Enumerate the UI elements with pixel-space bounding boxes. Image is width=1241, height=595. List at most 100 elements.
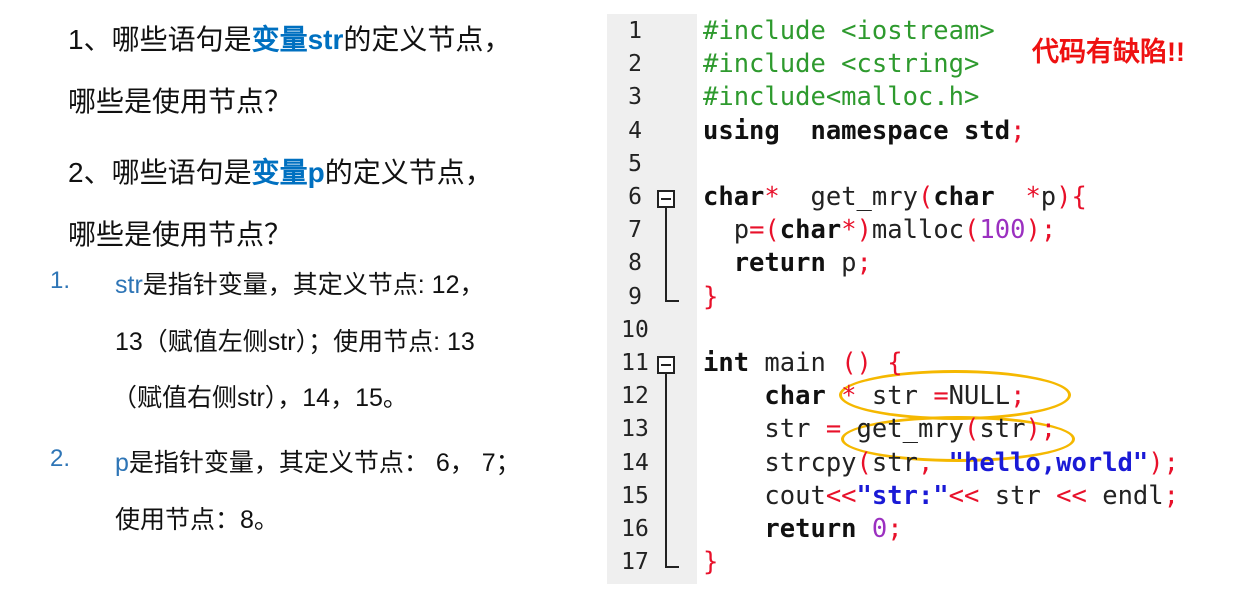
line-number: 2 xyxy=(628,51,642,78)
question-2-line2: 哪些是使用节点？ xyxy=(68,219,293,250)
code-token: str xyxy=(979,414,1026,445)
code-token: get_mry xyxy=(779,182,918,212)
fold-guide-line xyxy=(665,374,679,568)
code-token: ( xyxy=(917,182,934,212)
code-token: char xyxy=(933,182,995,212)
line-number: 14 xyxy=(621,449,649,476)
code-token: main xyxy=(749,348,842,378)
line-number: 15 xyxy=(621,482,649,509)
line-number: 7 xyxy=(628,217,642,244)
line-number: 12 xyxy=(621,383,649,410)
line-number: 8 xyxy=(628,250,642,277)
code-token: << xyxy=(825,480,857,511)
code-token: p xyxy=(703,215,750,246)
code-token: int xyxy=(703,348,750,378)
code-token: ( xyxy=(856,447,872,478)
code-token: = xyxy=(933,381,949,412)
q2-text-end: 的定义节点， xyxy=(324,157,493,188)
code-line: p=(char*)malloc(100); xyxy=(703,215,1056,245)
code-token: } xyxy=(703,547,719,578)
line-number: 6 xyxy=(628,184,642,210)
question-2: 2、哪些语句是变量p的定义节点， xyxy=(68,151,493,191)
line-number: 4 xyxy=(628,117,642,144)
code-token: * xyxy=(841,215,857,246)
answer-1-line2: 13（赋值左侧str）；使用节点: 13 xyxy=(115,328,475,356)
line-number: 10 xyxy=(621,316,649,343)
code-token: * xyxy=(825,381,872,412)
code-token: str xyxy=(979,480,1057,511)
answer-1-var: str xyxy=(115,271,143,299)
code-token: return xyxy=(703,248,826,279)
fold-collapse-icon[interactable] xyxy=(657,356,675,374)
code-token: ); xyxy=(1148,447,1179,478)
code-token: #include<malloc.h> xyxy=(703,82,980,113)
line-number: 17 xyxy=(621,549,649,576)
code-token: () { xyxy=(841,348,903,378)
line-number: 3 xyxy=(628,84,642,111)
q1-variable: 变量str xyxy=(251,24,344,55)
code-token: , xyxy=(917,447,949,478)
code-token: 100 xyxy=(979,215,1026,246)
code-token: #include <iostream> xyxy=(703,16,995,46)
line-number: 16 xyxy=(621,516,649,542)
code-token: namespace std xyxy=(779,115,1011,146)
code-token: strcpy xyxy=(703,447,857,478)
code-line: using namespace std; xyxy=(703,116,1025,146)
code-line: char * str =NULL; xyxy=(703,381,1025,411)
code-token: ( xyxy=(964,414,980,445)
code-token: ( xyxy=(964,215,980,246)
code-token: NULL xyxy=(948,381,1011,412)
defect-note: 代码有缺陷!! xyxy=(1032,37,1185,67)
code-token: ; xyxy=(1010,115,1026,146)
code-token: #include <cstring> xyxy=(703,49,980,80)
code-token: str xyxy=(871,447,918,478)
code-token: } xyxy=(703,281,719,312)
answer-1-number: 1. xyxy=(50,267,71,294)
code-line: str = get_mry(str); xyxy=(703,414,1056,444)
code-token: ); xyxy=(1025,215,1057,246)
answer-2-var: p xyxy=(115,449,129,477)
code-token: ); xyxy=(1025,414,1057,445)
line-number: 11 xyxy=(621,350,649,376)
code-line: cout<<"str:"<< str << endl; xyxy=(703,481,1179,511)
code-token: p xyxy=(825,248,857,279)
code-token: ){ xyxy=(1056,182,1087,212)
line-number: 5 xyxy=(628,150,642,177)
code-token: "str:" xyxy=(856,480,949,511)
answer-1-text: 是指针变量，其定义节点: 12， xyxy=(142,271,485,299)
code-line: } xyxy=(703,282,718,312)
code-token: return xyxy=(703,514,857,544)
code-token: get_mry xyxy=(856,414,965,445)
code-token: malloc xyxy=(871,215,965,246)
code-token: str xyxy=(871,381,934,412)
line-number: 1 xyxy=(628,18,642,44)
code-line: } xyxy=(703,547,718,577)
answer-2-number: 2. xyxy=(50,445,71,472)
question-1: 1、哪些语句是变量str的定义节点， xyxy=(68,18,511,58)
answer-2-line2: 使用节点：8。 xyxy=(115,506,279,534)
code-line: char* get_mry(char *p){ xyxy=(703,182,1087,212)
answer-2-line1: p是指针变量，其定义节点： 6， 7； xyxy=(115,443,521,479)
q2-text: 2、哪些语句是 xyxy=(68,157,252,188)
code-token: << xyxy=(1056,480,1087,511)
q2-variable: 变量p xyxy=(251,157,325,188)
code-token: << xyxy=(948,480,980,511)
code-token: * xyxy=(994,182,1041,212)
code-token: char xyxy=(779,215,842,246)
q1-text: 1、哪些语句是 xyxy=(68,24,252,55)
code-line: return p; xyxy=(703,248,872,278)
line-number: 13 xyxy=(621,416,649,443)
code-token: ; xyxy=(856,248,872,279)
code-token: endl xyxy=(1086,480,1164,511)
code-token: ; xyxy=(887,514,903,544)
answer-1-line1: str是指针变量，其定义节点: 12， xyxy=(115,265,484,301)
fold-collapse-icon[interactable] xyxy=(657,190,675,208)
code-line: int main () { xyxy=(703,348,903,378)
line-number: 9 xyxy=(628,283,642,310)
code-token: * xyxy=(764,182,780,212)
code-token: char xyxy=(703,381,826,412)
q1-text-end: 的定义节点， xyxy=(343,24,512,55)
answer-1-line3: （赋值右侧str），14，15。 xyxy=(112,384,408,412)
code-token: "hello,world" xyxy=(948,447,1149,478)
code-token: 0 xyxy=(856,514,888,544)
